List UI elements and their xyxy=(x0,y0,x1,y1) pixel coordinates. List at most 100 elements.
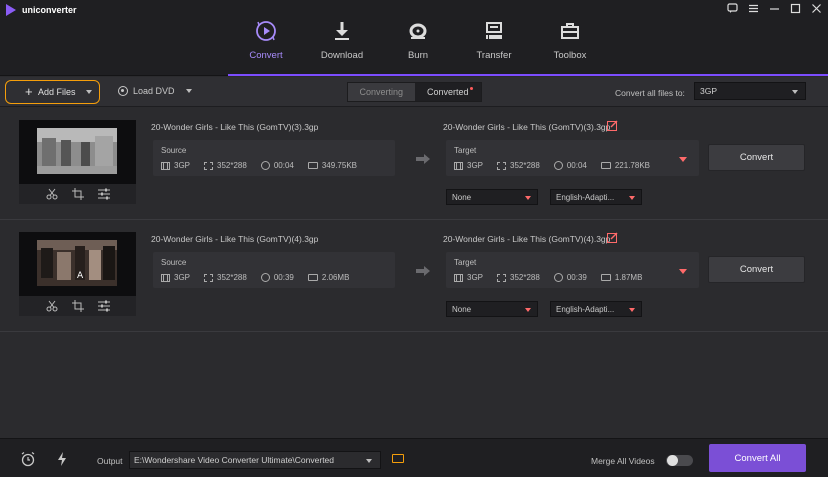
tab-toolbox[interactable]: Toolbox xyxy=(532,14,608,76)
tab-converting[interactable]: Converting xyxy=(348,83,415,101)
thumbnail-tools xyxy=(19,184,136,204)
add-files-button[interactable]: + Add Files xyxy=(5,80,100,104)
plus-icon: + xyxy=(25,84,33,99)
burn-icon xyxy=(407,20,429,42)
maximize-icon[interactable] xyxy=(789,3,801,15)
source-resolution: 352*288 xyxy=(217,273,247,282)
main-nav: Convert Download Burn Transfer Toolbox xyxy=(228,14,608,76)
thumbnail-tools xyxy=(19,296,136,316)
open-folder-icon[interactable] xyxy=(392,454,404,463)
add-files-label: Add Files xyxy=(38,87,76,97)
tab-convert[interactable]: Convert xyxy=(228,14,304,76)
tab-converted[interactable]: Converted xyxy=(415,83,482,101)
chevron-down-icon xyxy=(792,90,798,94)
status-segment: Converting Converted xyxy=(347,82,482,102)
target-label: Target xyxy=(454,146,477,155)
load-dvd-label: Load DVD xyxy=(133,86,175,96)
convert-button[interactable]: Convert xyxy=(708,144,805,171)
arrow-right-icon xyxy=(416,154,430,164)
output-path-select[interactable]: E:\Wondershare Video Converter Ultimate\… xyxy=(129,451,381,469)
tab-transfer[interactable]: Transfer xyxy=(456,14,532,76)
file-list: 20-Wonder Girls - Like This (GomTV)(3).3… xyxy=(0,108,828,438)
tab-burn-label: Burn xyxy=(407,50,429,61)
target-format-dropdown[interactable] xyxy=(679,154,687,164)
convert-all-format-select[interactable]: 3GP xyxy=(694,82,806,100)
convert-button-label: Convert xyxy=(739,152,774,163)
merge-toggle[interactable] xyxy=(666,455,693,466)
subtitle-select[interactable]: None xyxy=(446,189,538,205)
folder-icon xyxy=(600,274,611,281)
minimize-icon[interactable] xyxy=(768,3,780,15)
toolbox-icon xyxy=(559,20,581,42)
audio-track-select[interactable]: English-Adapti... xyxy=(550,189,642,205)
edit-icon[interactable] xyxy=(607,120,618,131)
clock-icon xyxy=(553,161,563,170)
film-icon xyxy=(454,273,463,282)
target-file-name: 20-Wonder Girls - Like This (GomTV)(4).3… xyxy=(443,234,611,244)
chevron-down-icon[interactable] xyxy=(86,90,92,94)
video-thumbnail[interactable]: A xyxy=(19,232,136,296)
lightning-icon[interactable] xyxy=(54,451,70,467)
folder-icon xyxy=(600,162,611,169)
target-label: Target xyxy=(454,258,477,267)
source-duration: 00:39 xyxy=(273,273,294,282)
output-label: Output xyxy=(97,456,123,466)
tab-download[interactable]: Download xyxy=(304,14,380,76)
film-icon xyxy=(161,273,170,282)
source-size: 2.06MB xyxy=(321,273,350,282)
chevron-down-icon xyxy=(679,269,687,274)
convert-button[interactable]: Convert xyxy=(708,256,805,283)
tab-download-label: Download xyxy=(320,50,364,61)
target-info-panel[interactable]: Target 3GP 352*288 00:04 221.78KB xyxy=(446,140,699,176)
trim-icon[interactable] xyxy=(46,300,58,312)
chevron-down-icon xyxy=(525,196,531,200)
menu-icon[interactable] xyxy=(747,3,759,15)
tab-burn[interactable]: Burn xyxy=(380,14,456,76)
chevron-down-icon xyxy=(629,196,635,200)
target-duration: 00:39 xyxy=(566,273,587,282)
title-bar: uniconverter Convert Download Burn Trans… xyxy=(0,0,828,76)
alarm-clock-icon[interactable] xyxy=(20,451,36,467)
feedback-icon[interactable] xyxy=(726,3,738,15)
thumbnail-card: A xyxy=(19,232,136,316)
target-format-dropdown[interactable] xyxy=(679,266,687,276)
convert-all-button-label: Convert All xyxy=(734,452,781,464)
arrow-right-icon xyxy=(416,266,430,276)
trim-icon[interactable] xyxy=(46,188,58,200)
audio-track-select[interactable]: English-Adapti... xyxy=(550,301,642,317)
subtitle-select[interactable]: None xyxy=(446,301,538,317)
source-resolution: 352*288 xyxy=(217,161,247,170)
target-info-panel[interactable]: Target 3GP 352*288 00:39 1.87MB xyxy=(446,252,699,288)
list-item: 20-Wonder Girls - Like This (GomTV)(3).3… xyxy=(0,108,828,220)
tab-convert-label: Convert xyxy=(249,50,283,61)
chevron-down-icon xyxy=(525,308,531,312)
window-controls xyxy=(726,3,822,15)
folder-icon xyxy=(307,162,318,169)
clock-icon xyxy=(553,273,563,282)
effects-icon[interactable] xyxy=(97,188,110,200)
audio-track-value: English-Adapti... xyxy=(556,305,615,314)
convert-all-button[interactable]: Convert All xyxy=(709,444,806,472)
transfer-icon xyxy=(483,20,505,42)
crop-icon[interactable] xyxy=(71,188,84,200)
brand: uniconverter xyxy=(6,4,77,16)
subtitle-value: None xyxy=(452,305,472,314)
film-icon xyxy=(161,161,170,170)
load-dvd-button[interactable]: Load DVD xyxy=(118,86,192,96)
source-size: 349.75KB xyxy=(321,161,357,170)
video-thumbnail[interactable] xyxy=(19,120,136,184)
effects-icon[interactable] xyxy=(97,300,110,312)
svg-text:A: A xyxy=(77,271,84,281)
close-icon[interactable] xyxy=(810,3,822,15)
chevron-down-icon xyxy=(185,89,192,93)
source-duration: 00:04 xyxy=(273,161,294,170)
app-logo-icon xyxy=(6,4,16,16)
edit-icon[interactable] xyxy=(607,232,618,243)
source-file-name: 20-Wonder Girls - Like This (GomTV)(4).3… xyxy=(151,234,319,244)
new-dot-badge xyxy=(470,87,473,90)
source-format: 3GP xyxy=(174,273,191,282)
thumbnail-card xyxy=(19,120,136,204)
target-format: 3GP xyxy=(467,273,484,282)
source-info-panel: Source 3GP 352*288 00:39 2.06MB xyxy=(153,252,395,288)
crop-icon[interactable] xyxy=(71,300,84,312)
